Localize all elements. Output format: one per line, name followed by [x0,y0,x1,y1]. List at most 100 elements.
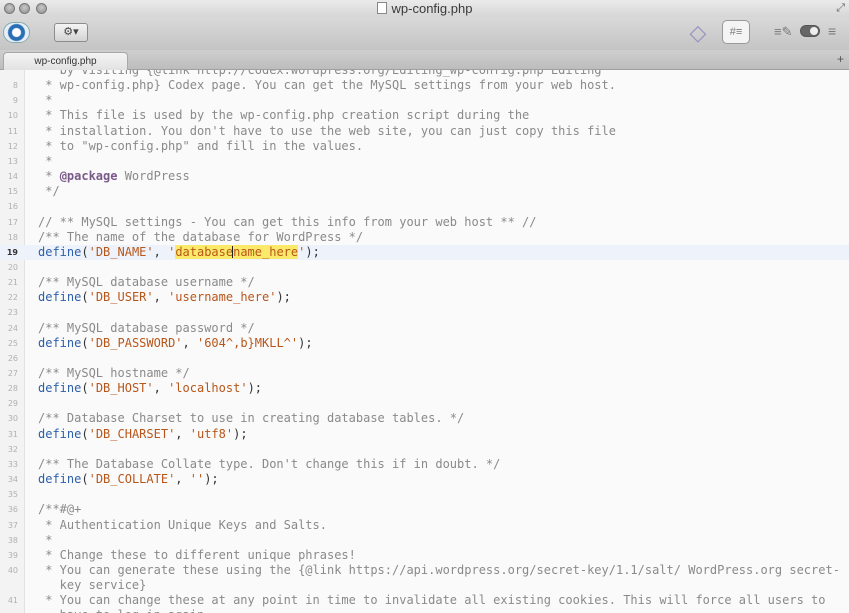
code-token: */ [38,184,60,199]
code-line[interactable]: 40 * You can generate these using the {@… [0,563,849,578]
code-text: define('DB_CHARSET', 'utf8'); [38,427,248,442]
code-line[interactable]: 16 [0,199,849,214]
comment-icon[interactable]: #≡ [722,20,750,44]
code-text: by visiting {@link http://codex.wordpres… [38,70,602,78]
code-token: 'DB_USER' [88,290,154,305]
code-line[interactable]: 23 [0,305,849,320]
document-icon [376,2,387,14]
code-line[interactable]: 41 * You can change these at any point i… [0,593,849,608]
code-line[interactable]: 36 /**#@+ [0,502,849,517]
code-line[interactable]: 13 * [0,154,849,169]
fullscreen-icon[interactable]: ⤢ [836,2,845,15]
code-token: ); [204,472,219,487]
code-token: , [175,426,190,441]
code-line[interactable]: 28 define('DB_HOST', 'localhost'); [0,381,849,396]
code-token: @package [59,169,118,184]
code-line[interactable]: 17 // ** MySQL settings - You can get thi… [0,215,849,230]
code-line[interactable]: 19 define('DB_NAME', 'databasename_here')… [0,244,849,260]
code-line[interactable]: 10 * This file is used by the wp-config.… [0,108,849,123]
code-text: define('DB_USER', 'username_here'); [38,290,291,305]
code-line[interactable]: 32 [0,442,849,457]
code-line[interactable]: have to log in again. [0,608,849,613]
code-line[interactable]: 33 /** The Database Collate type. Don't c… [0,457,849,472]
code-token: /** The name of the database for WordPre… [38,229,364,244]
code-line[interactable]: 29 [0,396,849,411]
code-token: name_here [233,244,299,259]
code-line[interactable]: 8 * wp-config.php} Codex page. You can g… [0,78,849,93]
code-token: 'DB_NAME' [88,244,154,259]
code-token: ); [276,290,291,305]
code-line[interactable]: key service} [0,578,849,593]
line-number: 26 [7,353,18,363]
code-line[interactable]: 12 * to "wp-config.php" and fill in the … [0,139,849,154]
line-number: 31 [7,429,18,439]
code-line[interactable]: 21 /** MySQL database username */ [0,275,849,290]
line-number: 23 [7,308,18,318]
code-text: define('DB_NAME', 'databasename_here'); [38,244,320,260]
code-token: * installation. You don't have to use th… [38,123,616,138]
code-line[interactable]: 37 * Authentication Unique Keys and Salt… [0,518,849,533]
code-text: * [38,154,52,169]
code-token: database [175,244,234,259]
code-text: /**#@+ [38,502,81,517]
code-line[interactable]: by visiting {@link http://codex.wordpres… [0,70,849,78]
gear-menu-button[interactable]: ⚙▾ [54,23,88,42]
code-text: /** MySQL database username */ [38,275,255,290]
code-text: key service} [38,578,147,593]
code-token: /** Database Charset to use in creating … [38,411,465,426]
code-line[interactable]: 9 * [0,93,849,108]
line-number: 10 [7,111,18,121]
code-editor[interactable]: by visiting {@link http://codex.wordpres… [0,70,849,613]
code-token: * [38,169,60,184]
code-token: // ** MySQL settings - You can get this … [38,214,537,229]
code-line[interactable]: 11 * installation. You don't have to use… [0,124,849,139]
add-tab-icon[interactable]: + [837,52,844,66]
code-line[interactable]: 27 /** MySQL hostname */ [0,366,849,381]
window-titlebar: wp-config.php ⤢ [0,0,849,17]
toggle-icon[interactable] [800,25,820,37]
code-token: ); [233,426,248,441]
code-token: 'utf8' [189,426,234,441]
preview-eye-button[interactable] [3,22,30,43]
code-token: , [175,472,190,487]
code-line[interactable]: 34 define('DB_COLLATE', ''); [0,472,849,487]
code-line[interactable]: 35 [0,487,849,502]
code-line[interactable]: 26 [0,351,849,366]
tab-wp-config[interactable]: wp-config.php [3,52,128,70]
code-line[interactable]: 31 define('DB_CHARSET', 'utf8'); [0,427,849,442]
code-token: * You can generate these using the {@lin… [38,562,840,577]
code-text: /** The name of the database for WordPre… [38,230,363,245]
code-line[interactable]: 14 * @package WordPress [0,169,849,184]
wrench-icon[interactable]: ≡✎ [774,24,792,40]
code-line[interactable]: 30 /** Database Charset to use in creatin… [0,411,849,426]
code-token: WordPress [117,169,190,184]
code-token: /** The Database Collate type. Don't cha… [38,456,501,471]
line-number: 21 [7,278,18,288]
code-text: define('DB_PASSWORD', '604^,b}MKLL^'); [38,336,313,351]
line-number: 27 [7,369,18,378]
code-line[interactable]: 15 */ [0,184,849,199]
code-token: ( [81,244,89,259]
code-line[interactable]: 25 define('DB_PASSWORD', '604^,b}MKLL^'); [0,336,849,351]
list-icon[interactable]: ≡ [828,23,836,39]
code-line[interactable]: 18 /** The name of the database for WordP… [0,230,849,245]
code-token: by visiting {@link http://codex.wordpres… [38,70,602,77]
code-token: /** MySQL hostname */ [38,366,190,380]
code-token: define [38,244,82,259]
code-line[interactable]: 22 define('DB_USER', 'username_here'); [0,290,849,305]
line-number: 32 [7,444,18,454]
line-number: 17 [7,217,18,227]
code-text: * This file is used by the wp-config.php… [38,108,529,123]
line-number: 36 [7,505,18,515]
tag-icon[interactable]: ◇ [685,20,711,46]
code-line[interactable]: 38 * [0,533,849,548]
code-text: * [38,93,52,108]
code-line[interactable]: 39 * Change these to different unique ph… [0,548,849,563]
code-token: * This file is used by the wp-config.php… [38,108,530,123]
code-text: * Change these to different unique phras… [38,548,356,563]
toolbar: ⚙▾ ◇ #≡ ≡✎ ≡ [0,17,849,50]
code-line[interactable]: 20 [0,260,849,275]
code-line[interactable]: 24 /** MySQL database password */ [0,321,849,336]
code-text: * You can change these at any point in t… [38,593,825,608]
line-number: 22 [7,293,18,303]
